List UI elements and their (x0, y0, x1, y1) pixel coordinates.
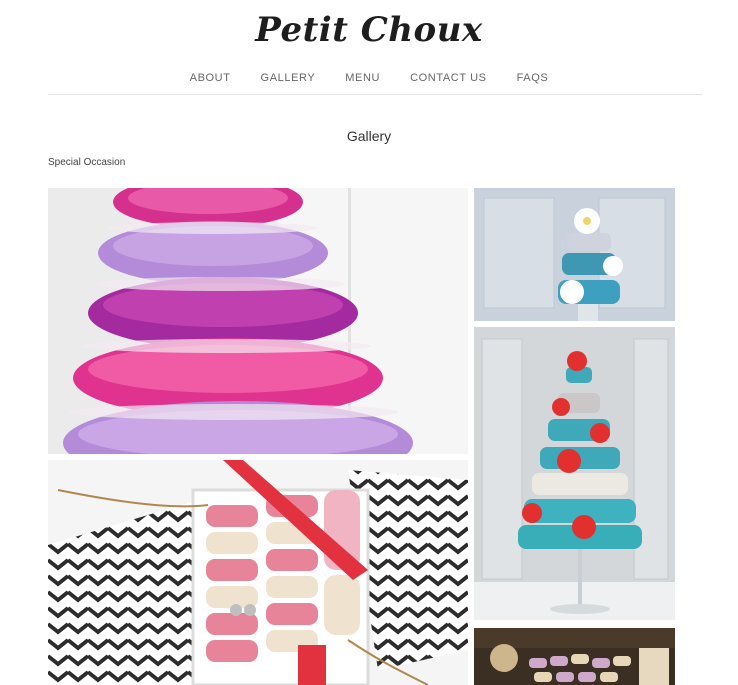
gallery-photo-teal-tower-white-flowers[interactable] (474, 188, 675, 321)
main-nav: ABOUT GALLERY MENU CONTACT US FAQS (0, 72, 738, 84)
site-logo[interactable]: Petit Choux (0, 10, 738, 50)
nav-about[interactable]: ABOUT (190, 72, 231, 84)
nav-gallery[interactable]: GALLERY (261, 72, 316, 84)
page-title: Gallery (346, 128, 392, 144)
nav-menu[interactable]: MENU (345, 72, 380, 84)
nav-faqs[interactable]: FAQS (517, 72, 549, 84)
gallery-photo-macaron-table[interactable] (474, 628, 675, 685)
gallery-photo-pink-macaron-tower[interactable] (48, 188, 468, 454)
nav-contact-us[interactable]: CONTACT US (410, 72, 487, 84)
gallery-photo-macaron-gift-box[interactable] (48, 460, 468, 685)
header-divider (48, 94, 702, 95)
section-subtitle: Special Occasion (48, 157, 126, 168)
gallery-photo-teal-tower-red-flowers[interactable] (474, 327, 675, 620)
